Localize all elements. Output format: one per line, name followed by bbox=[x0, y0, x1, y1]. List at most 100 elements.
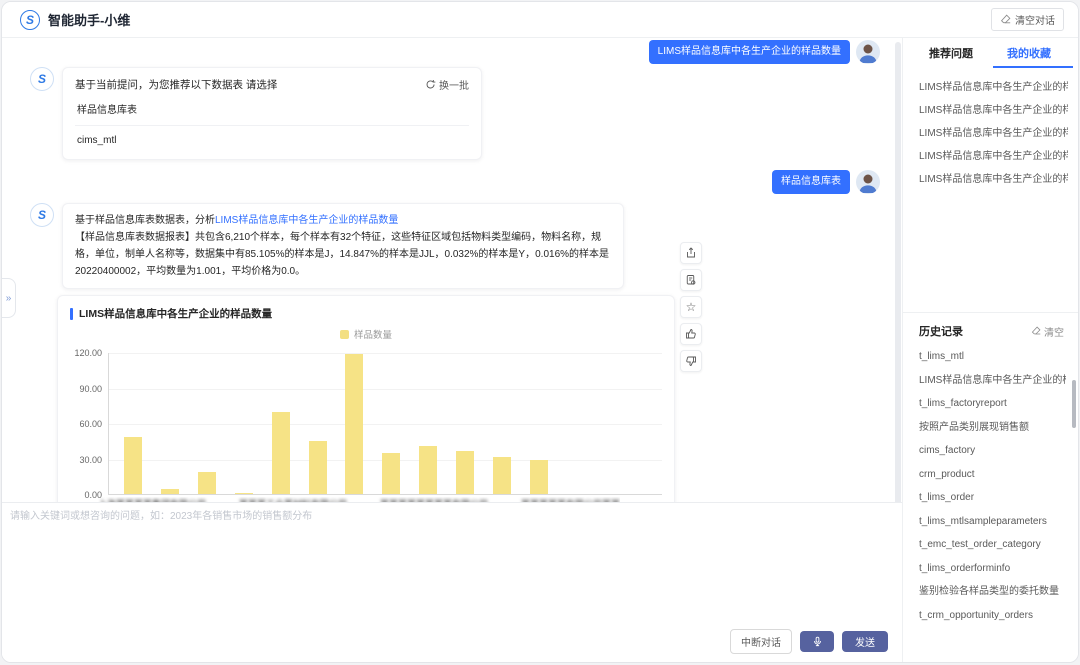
right-sidebar: 推荐问题 我的收藏 LIMS样品信息库中各生产企业的样品...LIMS样品信息库… bbox=[902, 38, 1078, 662]
clear-history-button[interactable]: 清空 bbox=[1031, 324, 1064, 339]
dislike-button[interactable] bbox=[680, 350, 702, 372]
bar bbox=[309, 441, 327, 494]
bar bbox=[198, 472, 216, 495]
history-item[interactable]: crm_product bbox=[919, 463, 1066, 487]
chat-scrollbar[interactable] bbox=[895, 42, 901, 502]
user-avatar bbox=[856, 170, 880, 194]
recommended-question-item[interactable]: LIMS样品信息库中各生产企业的样品... bbox=[919, 99, 1068, 122]
bar bbox=[456, 451, 474, 494]
clear-conversation-label: 清空对话 bbox=[1015, 12, 1055, 27]
analysis-headline: 基于样品信息库表数据表，分析LIMS样品信息库中各生产企业的样品数量 bbox=[75, 212, 611, 229]
history-item[interactable]: 鉴别检验各样品类型的委托数量 bbox=[919, 580, 1066, 604]
send-button[interactable]: 发送 bbox=[842, 631, 888, 652]
y-axis-labels: 120.0090.0060.0030.000.00 bbox=[70, 353, 108, 495]
table-option[interactable]: 样品信息库表 bbox=[75, 92, 469, 125]
history-item[interactable]: t_lims_order bbox=[919, 486, 1066, 510]
bar bbox=[419, 446, 437, 495]
microphone-icon bbox=[812, 636, 823, 647]
title-accent-bar bbox=[70, 308, 73, 320]
recommended-question-item[interactable]: LIMS样品信息库中各生产企业的样品... bbox=[919, 76, 1068, 99]
history-item[interactable]: t_lims_factoryreport bbox=[919, 392, 1066, 416]
history-item[interactable]: t_lims_mtl bbox=[919, 345, 1066, 369]
recommended-question-list: LIMS样品信息库中各生产企业的样品...LIMS样品信息库中各生产企业的样品.… bbox=[903, 68, 1078, 312]
history-item[interactable]: t_emc_test_order_category bbox=[919, 533, 1066, 557]
history-item[interactable]: t_lims_mtlsampleparameters bbox=[919, 510, 1066, 534]
app-logo-icon: S bbox=[20, 10, 40, 30]
history-item[interactable]: LIMS样品信息库中各生产企业的样品... bbox=[919, 369, 1066, 393]
refresh-batch-label: 换一批 bbox=[439, 77, 469, 92]
plot-area bbox=[108, 353, 662, 495]
recommended-question-item[interactable]: LIMS样品信息库中各生产企业的样品... bbox=[919, 122, 1068, 145]
y-tick-label: 90.00 bbox=[79, 384, 102, 394]
chat-area: LIMS样品信息库中各生产企业的样品数量 S 基于当前提问，为您推荐以下数据表 … bbox=[2, 38, 902, 662]
bars bbox=[115, 352, 557, 494]
chart-card: LIMS样品信息库中各生产企业的样品数量 样品数量 120.0090.0060.… bbox=[57, 295, 675, 502]
legend-label: 样品数量 bbox=[354, 327, 392, 341]
send-row: 中断对话 发送 bbox=[730, 629, 888, 654]
analysis-prefix: 基于样品信息库表数据表，分析 bbox=[75, 215, 215, 226]
history-item[interactable]: t_crm_opportunity_orders bbox=[919, 604, 1066, 628]
tab-recommended-questions[interactable]: 推荐问题 bbox=[929, 45, 973, 61]
recommended-question-item[interactable]: LIMS样品信息库中各生产企业的样品... bbox=[919, 168, 1068, 191]
assistant-avatar: S bbox=[30, 67, 54, 91]
sidebar-tabs: 推荐问题 我的收藏 bbox=[903, 38, 1078, 68]
assistant-avatar: S bbox=[30, 203, 54, 227]
history-title: 历史记录 bbox=[919, 323, 963, 339]
collapse-panel-handle[interactable]: » bbox=[2, 278, 16, 318]
recommend-options: 样品信息库表cims_mtl bbox=[75, 92, 469, 155]
history-item[interactable]: t_lims_orderforminfo bbox=[919, 557, 1066, 581]
analysis-detail: 【样品信息库表数据报表】共包含6,210个样本，每个样本有32个特征，这些特征区… bbox=[75, 229, 611, 280]
export-button[interactable] bbox=[680, 242, 702, 264]
app-title: 智能助手-小维 bbox=[48, 10, 130, 29]
bar bbox=[345, 354, 363, 494]
report-icon bbox=[685, 274, 697, 286]
chart-message-row: LIMS样品信息库中各生产企业的样品数量 样品数量 120.0090.0060.… bbox=[2, 295, 902, 502]
input-area: 中断对话 发送 bbox=[2, 502, 902, 662]
y-tick-label: 60.00 bbox=[79, 419, 102, 429]
user-message-bubble: 样品信息库表 bbox=[772, 170, 850, 194]
y-tick-label: 30.00 bbox=[79, 455, 102, 465]
header: S 智能助手-小维 清空对话 bbox=[2, 2, 1078, 38]
user-message-row: 样品信息库表 bbox=[2, 170, 902, 194]
refresh-batch-button[interactable]: 换一批 bbox=[425, 77, 469, 92]
like-button[interactable] bbox=[680, 323, 702, 345]
app-window: S 智能助手-小维 清空对话 LIMS样品信息库中各生产企业的样品数量 S 基于… bbox=[1, 1, 1079, 663]
user-avatar bbox=[856, 40, 880, 64]
thumbs-up-icon bbox=[685, 328, 697, 340]
active-tab-underline bbox=[993, 66, 1073, 68]
history-list: t_lims_mtlLIMS样品信息库中各生产企业的样品...t_lims_fa… bbox=[903, 343, 1078, 627]
report-button[interactable] bbox=[680, 269, 702, 291]
sidebar-scrollbar[interactable] bbox=[1072, 380, 1076, 428]
analysis-question-link[interactable]: LIMS样品信息库中各生产企业的样品数量 bbox=[215, 215, 398, 226]
interrupt-button[interactable]: 中断对话 bbox=[730, 629, 792, 654]
bar bbox=[493, 457, 511, 494]
bar bbox=[382, 453, 400, 494]
eraser-icon bbox=[1031, 326, 1041, 336]
assistant-message-row: S 基于当前提问，为您推荐以下数据表 请选择 换一批 样品信息库表cims_mt… bbox=[2, 67, 902, 160]
export-icon bbox=[685, 247, 697, 259]
recommend-title: 基于当前提问，为您推荐以下数据表 请选择 bbox=[75, 77, 277, 92]
favorite-button[interactable]: ☆ bbox=[680, 296, 702, 318]
chart-legend: 样品数量 bbox=[70, 327, 662, 341]
user-message-bubble: LIMS样品信息库中各生产企业的样品数量 bbox=[649, 40, 850, 64]
recommend-tables-card: 基于当前提问，为您推荐以下数据表 请选择 换一批 样品信息库表cims_mtl bbox=[62, 67, 482, 160]
user-message-row: LIMS样品信息库中各生产企业的样品数量 bbox=[2, 40, 902, 64]
bar bbox=[161, 489, 179, 494]
clear-history-label: 清空 bbox=[1044, 324, 1064, 339]
bar bbox=[530, 460, 548, 494]
clear-conversation-button[interactable]: 清空对话 bbox=[991, 8, 1064, 31]
tab-my-favorites[interactable]: 我的收藏 bbox=[1007, 45, 1051, 61]
history-header: 历史记录 清空 bbox=[903, 313, 1078, 343]
double-chevron-right-icon: » bbox=[6, 293, 12, 304]
recommended-question-item[interactable]: LIMS样品信息库中各生产企业的样品... bbox=[919, 145, 1068, 168]
refresh-icon bbox=[425, 79, 436, 90]
y-tick-label: 120.00 bbox=[74, 348, 102, 358]
thumbs-down-icon bbox=[685, 355, 697, 367]
chat-input[interactable] bbox=[10, 507, 894, 611]
microphone-button[interactable] bbox=[800, 631, 834, 652]
bar bbox=[235, 493, 253, 494]
history-item[interactable]: cims_factory bbox=[919, 439, 1066, 463]
legend-swatch bbox=[340, 330, 349, 339]
history-item[interactable]: 按照产品类别展现销售额 bbox=[919, 416, 1066, 440]
table-option[interactable]: cims_mtl bbox=[75, 125, 469, 155]
